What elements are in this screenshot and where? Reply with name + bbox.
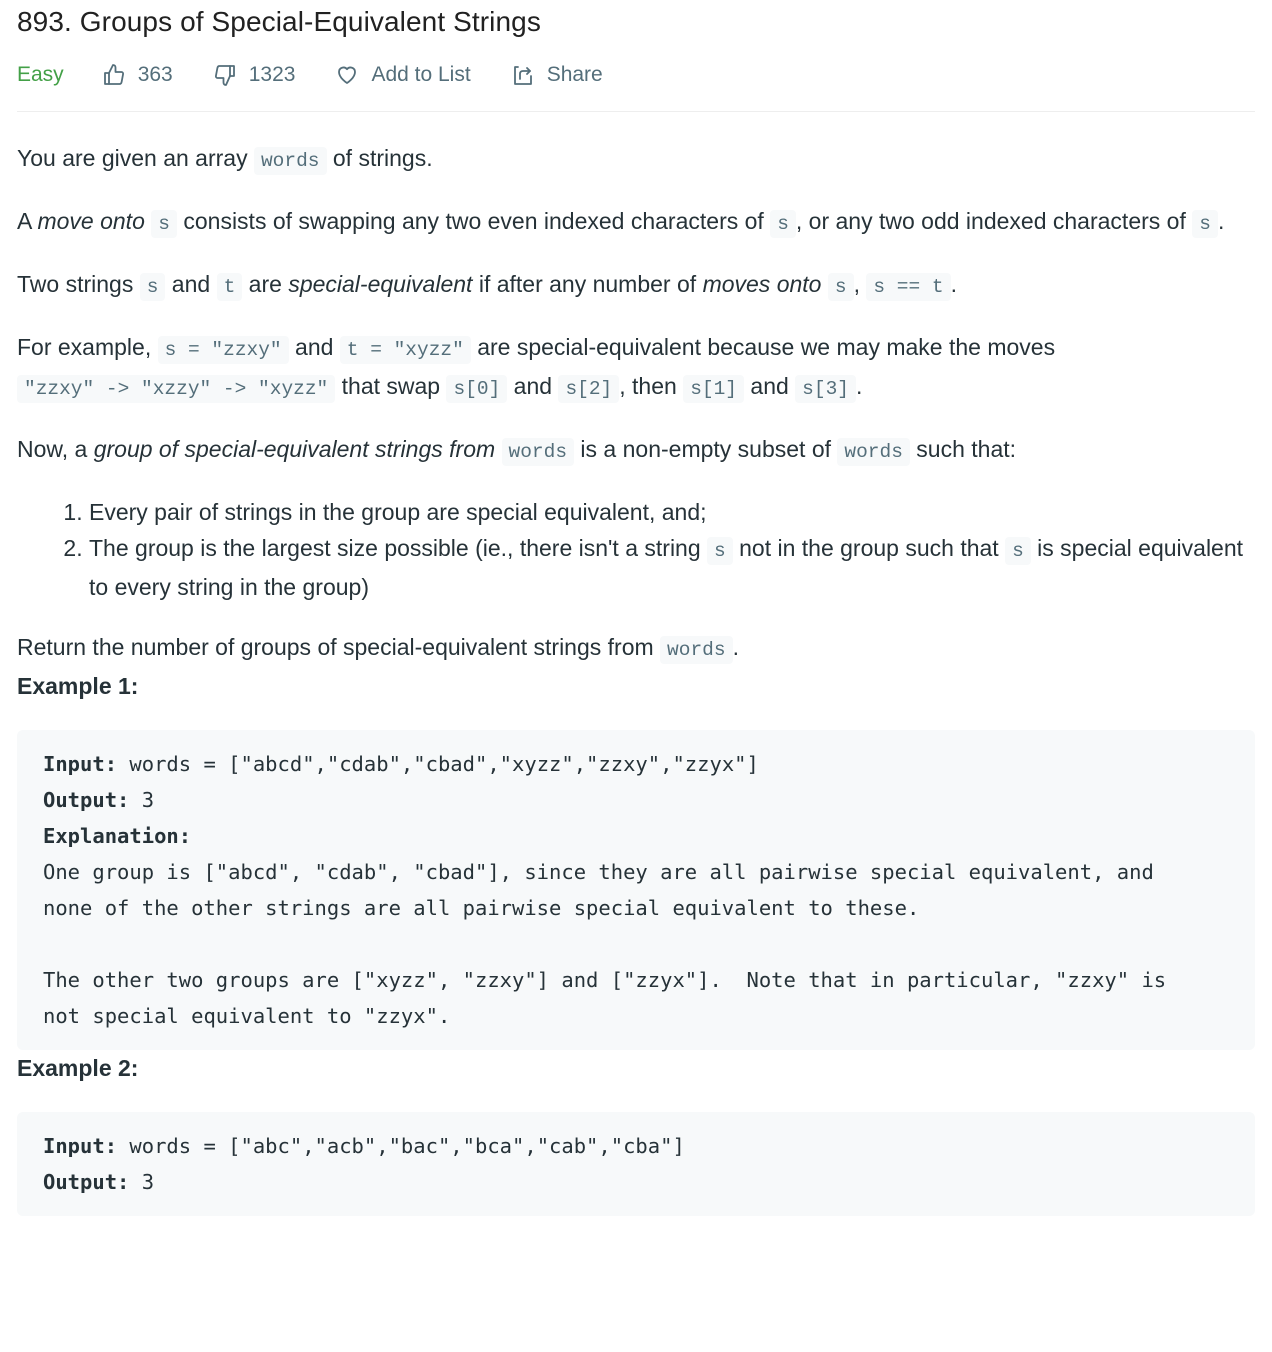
- like-count: 363: [137, 62, 173, 86]
- inline-code: "zzxy" -> "xzzy" -> "xyzz": [17, 375, 336, 403]
- description-paragraph: Two strings s and t are special-equivale…: [17, 266, 1255, 305]
- description-paragraph: Now, a group of special-equivalent strin…: [17, 431, 1255, 470]
- thumbs-down-icon: [214, 64, 235, 86]
- input-label: Input:: [43, 752, 118, 776]
- inline-code: s = "zzxy": [157, 336, 289, 364]
- text: The group is the largest size possible (…: [89, 535, 708, 561]
- text: and: [288, 334, 340, 360]
- list-item: Every pair of strings in the group are s…: [89, 494, 1255, 530]
- inline-code: s == t: [866, 273, 951, 301]
- heart-icon: [338, 66, 357, 84]
- text: ,: [853, 271, 867, 297]
- input-value: words = ["abc","acb","bac","bca","cab","…: [117, 1134, 685, 1158]
- inline-code: words: [660, 636, 733, 664]
- output-value: 3: [129, 1170, 155, 1194]
- text: You are given an array: [17, 145, 254, 171]
- text: Return the number of groups of special-e…: [17, 634, 661, 660]
- description-paragraph: For example, s = "zzxy" and t = "xyzz" a…: [17, 329, 1255, 407]
- description-paragraph: A move onto s consists of swapping any t…: [17, 203, 1255, 242]
- example-1-title: Example 1:: [17, 673, 139, 699]
- emphasis-text: group of special-equivalent strings from: [93, 436, 496, 462]
- text: are special-equivalent because we may ma…: [470, 334, 1056, 360]
- text: A: [17, 208, 38, 234]
- explanation-label: Explanation:: [43, 824, 192, 848]
- output-value: 3: [129, 788, 155, 812]
- inline-code: words: [501, 438, 575, 466]
- share-button[interactable]: Share: [511, 63, 603, 87]
- add-to-list-button[interactable]: Add to List: [335, 62, 471, 87]
- inline-code: s: [1005, 537, 1031, 565]
- dislike-button[interactable]: 1323: [213, 62, 296, 87]
- emphasis-text: moves onto: [702, 271, 822, 297]
- text: and: [165, 271, 217, 297]
- thumbs-up-icon: [103, 63, 124, 85]
- inline-code: s: [151, 210, 177, 238]
- text: not in the group such that: [732, 535, 1006, 561]
- text: consists of swapping any two even indexe…: [176, 208, 771, 234]
- text: such that:: [909, 436, 1017, 462]
- text: that swap: [335, 373, 447, 399]
- inline-code: t: [216, 273, 243, 301]
- inline-code: s: [827, 273, 854, 301]
- add-to-list-label: Add to List: [371, 62, 471, 86]
- text: Now, a: [17, 436, 94, 462]
- example-2-block: Input: words = ["abc","acb","bac","bca",…: [17, 1112, 1255, 1216]
- difficulty-badge: Easy: [17, 62, 64, 86]
- output-label: Output:: [43, 788, 130, 812]
- inline-code: s[2]: [558, 375, 620, 403]
- inline-code: s: [139, 273, 166, 301]
- inline-code: s: [770, 210, 796, 238]
- input-value: words = ["abcd","cdab","cbad","xyzz","zz…: [117, 752, 759, 776]
- example-2-title: Example 2:: [17, 1055, 139, 1081]
- list-item: The group is the largest size possible (…: [89, 530, 1255, 605]
- text: if after any number of: [472, 271, 703, 297]
- text: , or any two odd indexed characters of: [795, 208, 1193, 234]
- emphasis-text: move onto: [37, 208, 145, 234]
- text: are: [242, 271, 289, 297]
- input-label: Input:: [43, 1134, 118, 1158]
- text: [495, 436, 501, 462]
- share-icon: [513, 65, 532, 85]
- text: Every pair of strings in the group are s…: [89, 499, 707, 525]
- text: Two strings: [17, 271, 140, 297]
- text: For example,: [17, 334, 158, 360]
- explanation-line: The other two groups are ["xyzz", "zzxy"…: [43, 968, 1167, 992]
- problem-description: You are given an array words of strings.…: [17, 140, 1255, 1216]
- inline-code: s[0]: [446, 375, 508, 403]
- text: .: [950, 271, 957, 297]
- share-label: Share: [546, 62, 603, 86]
- problem-title: 893. Groups of Special-Equivalent String…: [17, 6, 541, 37]
- text: .: [1217, 208, 1225, 234]
- inline-code: s[3]: [795, 375, 856, 403]
- dislike-count: 1323: [248, 62, 296, 86]
- text: and: [507, 373, 559, 399]
- inline-code: words: [837, 438, 910, 466]
- text: .: [855, 373, 863, 399]
- explanation-line: not special equivalent to "zzyx".: [43, 1004, 451, 1028]
- explanation-line: none of the other strings are all pairwi…: [43, 896, 920, 920]
- inline-code: t = "xyzz": [339, 336, 471, 364]
- problem-page: 893. Groups of Special-Equivalent String…: [0, 0, 1272, 1216]
- like-button[interactable]: 363: [102, 63, 173, 87]
- text: , then: [619, 373, 684, 399]
- inline-code: s: [1192, 210, 1218, 238]
- inline-code: s: [707, 537, 733, 565]
- inline-code: s[1]: [683, 375, 745, 403]
- conditions-list: Every pair of strings in the group are s…: [17, 494, 1255, 605]
- description-paragraph: Return the number of groups of special-e…: [17, 629, 1255, 668]
- output-label: Output:: [43, 1170, 130, 1194]
- problem-meta-bar: Easy 363 1323 Add to List Share: [17, 42, 1255, 112]
- text: .: [732, 634, 739, 660]
- description-paragraph: You are given an array words of strings.: [17, 140, 1255, 179]
- text: and: [744, 373, 796, 399]
- text: [821, 271, 827, 297]
- example-1-block: Input: words = ["abcd","cdab","cbad","xy…: [17, 730, 1255, 1050]
- inline-code: words: [253, 147, 327, 175]
- text: of strings.: [326, 145, 433, 171]
- emphasis-text: special-equivalent: [288, 271, 473, 297]
- text: is a non-empty subset of: [574, 436, 838, 462]
- explanation-line: One group is ["abcd", "cdab", "cbad"], s…: [43, 860, 1154, 884]
